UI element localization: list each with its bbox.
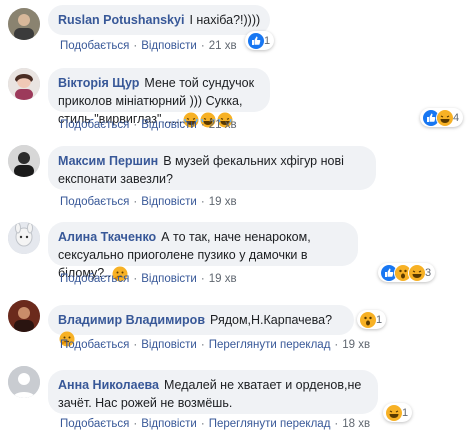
reaction-count: 1 [402,406,409,419]
avatar[interactable] [8,366,40,398]
comment-actions: Подобається · Відповісти · 21 хв [60,40,237,52]
like-link[interactable]: Подобається [60,40,129,52]
like-link[interactable]: Подобається [60,418,129,430]
reply-link[interactable]: Відповісти [141,40,197,52]
comment-time[interactable]: 19 хв [209,196,237,208]
like-link[interactable]: Подобається [60,339,129,351]
like-link[interactable]: Подобається [60,119,129,131]
reply-link[interactable]: Відповісти [141,273,197,285]
like-link[interactable]: Подобається [60,273,129,285]
reaction-count: 4 [453,111,460,124]
comment-author[interactable]: Вікторія Щур [58,76,139,90]
comment-bubble: Владимир Владимиров Рядом,Н.Карпачева? [48,305,354,347]
comment-bubble: Ruslan Potushanskyi І нахіба?!)))) [48,5,271,35]
reactions-summary[interactable]: 1 [245,31,275,50]
comment-bubble: Вікторія Щур Мене той сундучок приколов м… [48,68,270,128]
haha-icon [436,108,454,127]
comment-actions: Подобається · Відповісти · 21 хв [60,119,237,131]
comment-actions: Подобається · Відповісти · Переглянути перек… [60,418,371,430]
reply-link[interactable]: Відповісти [141,119,197,131]
comment-time[interactable]: 19 хв [209,273,237,285]
comment-actions: Подобається · Відповісти · 19 хв [60,273,237,285]
avatar[interactable] [8,68,40,100]
comment-author[interactable]: Владимир Владимиров [58,313,205,327]
comment-actions: Подобається · Відповісти · 19 хв [60,196,237,208]
avatar[interactable] [8,222,40,254]
reactions-summary[interactable]: 1 [383,403,413,422]
like-link[interactable]: Подобається [60,196,129,208]
comment-bubble: Максим Першин В музей фекальних хфігур но… [48,146,376,190]
reactions-summary[interactable]: 1 [357,310,387,329]
avatar[interactable] [8,145,40,177]
comment-text: І нахіба?!)))) [189,13,261,27]
comment-bubble: Анна Николаева Медалей не хватает и орден… [48,370,378,414]
haha-icon [408,263,426,282]
comment-author[interactable]: Максим Першин [58,154,158,168]
reaction-count: 1 [264,34,271,47]
haha-icon [385,403,403,422]
comment-time[interactable]: 18 хв [342,418,370,430]
reactions-summary[interactable]: 3 [378,263,436,282]
comment-author[interactable]: Анна Николаева [58,378,159,392]
comments-list: Ruslan Potushanskyi І нахіба?!)))) 1 Подо… [0,0,470,437]
comment-time[interactable]: 19 хв [342,339,370,351]
avatar[interactable] [8,8,40,40]
comment-author[interactable]: Алина Ткаченко [58,230,156,244]
like-icon [247,31,265,50]
reaction-count: 3 [425,266,432,279]
reply-link[interactable]: Відповісти [141,339,197,351]
comment-actions: Подобається · Відповісти · Переглянути перек… [60,339,371,351]
comment-author[interactable]: Ruslan Potushanskyi [58,13,184,27]
reaction-count: 1 [376,313,383,326]
see-translation-link[interactable]: Переглянути переклад [209,418,331,430]
comment-time[interactable]: 21 хв [209,119,237,131]
comment-text: Рядом,Н.Карпачева? [210,313,333,327]
reactions-summary[interactable]: 4 [420,108,464,127]
reply-link[interactable]: Відповісти [141,196,197,208]
comment-time[interactable]: 21 хв [209,40,237,52]
see-translation-link[interactable]: Переглянути переклад [209,339,331,351]
avatar[interactable] [8,300,40,332]
reply-link[interactable]: Відповісти [141,418,197,430]
wow-icon [359,310,377,329]
comment-bubble: Алина Ткаченко А то так, наче ненароком, … [48,222,358,282]
